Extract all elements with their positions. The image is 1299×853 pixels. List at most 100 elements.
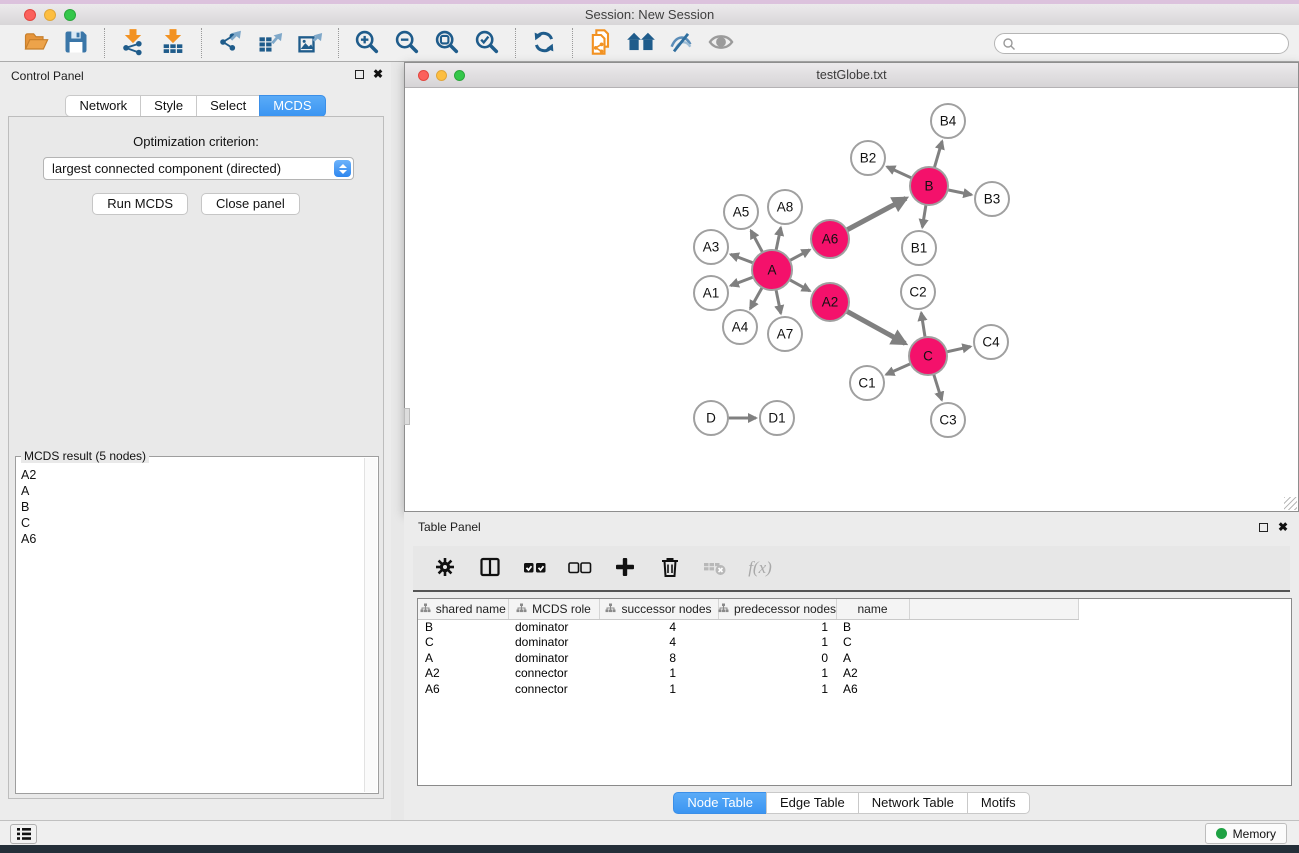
network-window-title: testGlobe.txt <box>405 68 1298 82</box>
uncheck-all-button[interactable] <box>564 552 596 584</box>
hide-details-icon <box>667 28 695 59</box>
svg-text:C: C <box>923 349 933 364</box>
node-table-container: shared nameMCDS rolesuccessor nodesprede… <box>417 598 1292 786</box>
table-row[interactable]: Bdominator41B <box>418 619 1078 635</box>
graph-node-B4[interactable]: B4 <box>931 104 965 138</box>
column-header-predecessor-nodes[interactable]: predecessor nodes <box>718 599 836 619</box>
network-graph: A A6 A2 B C A5 A8 A3 A1A4 A7 B2 B4 B3 B1 C2 C4 C1 C3 D D1 <box>405 88 1298 511</box>
close-table-panel-icon[interactable]: ✖ <box>1278 521 1288 533</box>
save-icon <box>62 28 90 59</box>
result-item[interactable]: C <box>17 515 364 531</box>
column-header-shared-name[interactable]: shared name <box>418 599 508 619</box>
tab-edge-table[interactable]: Edge Table <box>766 792 858 814</box>
graph-node-A4[interactable]: A4 <box>723 310 757 344</box>
task-history-button[interactable] <box>10 824 37 844</box>
result-item[interactable]: A2 <box>17 467 364 483</box>
result-scrollbar[interactable] <box>364 458 377 792</box>
save-button[interactable] <box>58 27 94 59</box>
graph-node-A1[interactable]: A1 <box>694 276 728 310</box>
graph-node-A2[interactable]: A2 <box>811 283 849 321</box>
criterion-select[interactable]: largest connected component (directed) <box>43 157 354 180</box>
import-network-button[interactable] <box>115 27 151 59</box>
zoom-selected-button[interactable] <box>469 27 505 59</box>
close-panel-icon[interactable]: ✖ <box>373 68 383 80</box>
tab-node-table[interactable]: Node Table <box>673 792 766 814</box>
refresh-button[interactable] <box>526 27 562 59</box>
zoom-out-button[interactable] <box>389 27 425 59</box>
graph-node-A8[interactable]: A8 <box>768 190 802 224</box>
export-table-button[interactable] <box>252 27 288 59</box>
open-folder-button[interactable] <box>18 27 54 59</box>
zoom-in-button[interactable] <box>349 27 385 59</box>
graph-node-A5[interactable]: A5 <box>724 195 758 229</box>
import-table-button[interactable] <box>155 27 191 59</box>
graph-node-B1[interactable]: B1 <box>902 231 936 265</box>
result-item[interactable]: A6 <box>17 531 364 547</box>
table-row[interactable]: A2connector11A2 <box>418 666 1078 682</box>
svg-text:A8: A8 <box>777 200 794 215</box>
tab-style[interactable]: Style <box>140 95 196 117</box>
export-image-button[interactable] <box>292 27 328 59</box>
svg-text:C1: C1 <box>858 376 875 391</box>
check-all-button[interactable] <box>519 552 551 584</box>
graph-node-C[interactable]: C <box>909 337 947 375</box>
close-panel-button[interactable]: Close panel <box>201 193 300 215</box>
table-row[interactable]: A6connector11A6 <box>418 681 1078 697</box>
zoom-fit-button[interactable] <box>429 27 465 59</box>
export-network-button[interactable] <box>212 27 248 59</box>
column-type-icon <box>605 602 616 616</box>
graph-node-B2[interactable]: B2 <box>851 141 885 175</box>
svg-text:B4: B4 <box>940 114 957 129</box>
columns-button[interactable] <box>474 552 506 584</box>
show-details-button[interactable] <box>703 27 739 59</box>
graph-node-A[interactable]: A <box>752 250 792 290</box>
panel-grip[interactable] <box>404 408 410 425</box>
column-type-icon <box>516 602 527 616</box>
column-header-successor-nodes[interactable]: successor nodes <box>599 599 718 619</box>
tab-motifs[interactable]: Motifs <box>967 792 1030 814</box>
home-icon <box>626 28 656 59</box>
result-item[interactable]: B <box>17 499 364 515</box>
graph-node-C1[interactable]: C1 <box>850 366 884 400</box>
network-canvas[interactable]: A A6 A2 B C A5 A8 A3 A1A4 A7 B2 B4 B3 B1 C2 C4 C1 C3 D D1 <box>405 88 1298 511</box>
clone-network-button[interactable] <box>583 27 619 59</box>
column-type-icon <box>718 602 729 616</box>
table-row[interactable]: Adominator80A <box>418 650 1078 666</box>
mcds-result-list: A2ABCA6 <box>17 458 364 792</box>
float-table-panel-icon[interactable] <box>1259 523 1268 532</box>
delete-column-button[interactable] <box>654 552 686 584</box>
table-row[interactable]: Cdominator41C <box>418 635 1078 651</box>
hide-details-button[interactable] <box>663 27 699 59</box>
run-mcds-button[interactable]: Run MCDS <box>92 193 188 215</box>
graph-node-B3[interactable]: B3 <box>975 182 1009 216</box>
add-column-button[interactable] <box>609 552 641 584</box>
gear-button[interactable] <box>429 552 461 584</box>
tab-mcds[interactable]: MCDS <box>259 95 325 117</box>
graph-node-A7[interactable]: A7 <box>768 317 802 351</box>
search-input[interactable] <box>994 33 1289 54</box>
zoom-fit-icon <box>433 28 461 59</box>
float-panel-icon[interactable] <box>355 70 364 79</box>
graph-node-C2[interactable]: C2 <box>901 275 935 309</box>
column-header-mcds-role[interactable]: MCDS role <box>508 599 599 619</box>
graph-node-C4[interactable]: C4 <box>974 325 1008 359</box>
column-header-filler <box>909 599 1078 619</box>
svg-text:A6: A6 <box>822 232 839 247</box>
column-header-name[interactable]: name <box>836 599 909 619</box>
graph-node-B[interactable]: B <box>910 167 948 205</box>
graph-node-D[interactable]: D <box>694 401 728 435</box>
graph-node-D1[interactable]: D1 <box>760 401 794 435</box>
tab-network[interactable]: Network <box>65 95 140 117</box>
tab-select[interactable]: Select <box>196 95 259 117</box>
graph-node-A6[interactable]: A6 <box>811 220 849 258</box>
svg-text:A5: A5 <box>733 205 750 220</box>
memory-button[interactable]: Memory <box>1205 823 1287 844</box>
svg-text:A1: A1 <box>703 286 720 301</box>
graph-node-C3[interactable]: C3 <box>931 403 965 437</box>
home-button[interactable] <box>623 27 659 59</box>
tab-network-table[interactable]: Network Table <box>858 792 967 814</box>
result-item[interactable]: A <box>17 483 364 499</box>
graph-node-A3[interactable]: A3 <box>694 230 728 264</box>
toolbar-separator <box>338 28 339 58</box>
window-resize-grip[interactable] <box>1284 497 1297 510</box>
